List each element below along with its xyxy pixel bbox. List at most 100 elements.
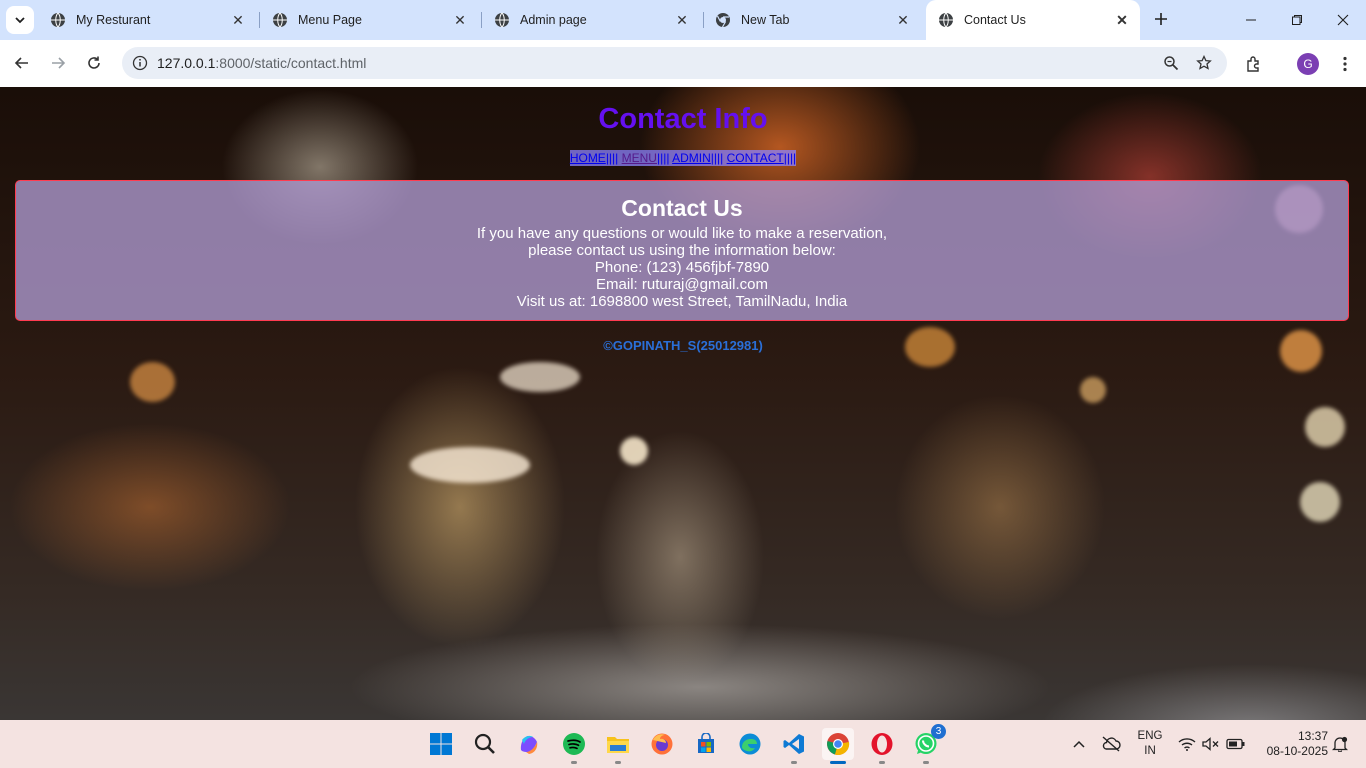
- contact-email: Email: ruturaj@gmail.com: [596, 276, 768, 293]
- windows-start-icon[interactable]: [425, 728, 457, 760]
- search-icon[interactable]: [469, 728, 501, 760]
- contact-heading: Contact Us: [621, 195, 743, 221]
- contact-intro-line1: If you have any questions or would like …: [476, 225, 888, 242]
- running-indicator: [571, 761, 577, 764]
- forward-button[interactable]: [44, 49, 72, 77]
- vscode-icon[interactable]: [778, 728, 810, 764]
- cloud-offline-icon[interactable]: [1099, 720, 1123, 768]
- windows-taskbar: 3 ENG IN 13:37 08-10-2025: [0, 720, 1366, 768]
- tab-strip: My Resturant ✕ Menu Page ✕ Admin page ✕ …: [0, 0, 1366, 40]
- restore-icon: [1292, 15, 1302, 25]
- edge-icon[interactable]: [734, 728, 766, 760]
- nav-link-menu[interactable]: MENU: [622, 151, 657, 165]
- extensions-icon[interactable]: [1243, 53, 1265, 75]
- site-info-icon[interactable]: [132, 55, 148, 71]
- nav-bar: HOME|||| MENU|||| ADMIN|||| CONTACT||||: [569, 150, 797, 166]
- nav-separator: ||||: [605, 151, 619, 165]
- nav-separator: ||||: [656, 151, 670, 165]
- clock[interactable]: 13:37 08-10-2025: [1256, 720, 1328, 768]
- profile-initial: G: [1303, 57, 1313, 71]
- notification-badge: 3: [931, 724, 946, 739]
- arrow-right-icon: [52, 57, 66, 69]
- minimize-button[interactable]: [1228, 0, 1274, 40]
- volume-muted-icon[interactable]: [1201, 720, 1221, 768]
- microsoft-store-icon[interactable]: [690, 728, 722, 760]
- globe-icon: [494, 12, 510, 28]
- clock-time: 13:37: [1297, 729, 1328, 743]
- url-text[interactable]: 127.0.0.1:8000/static/contact.html: [157, 55, 366, 71]
- tab-title: New Tab: [741, 13, 790, 27]
- close-window-button[interactable]: [1320, 0, 1366, 40]
- reload-icon: [88, 56, 100, 69]
- url-path: :8000/static/contact.html: [215, 55, 367, 71]
- active-indicator: [830, 761, 846, 764]
- running-indicator: [791, 761, 797, 764]
- new-tab-button[interactable]: [1150, 8, 1172, 30]
- firefox-icon[interactable]: [646, 728, 678, 760]
- minimize-icon: [1246, 19, 1256, 21]
- running-indicator: [923, 761, 929, 764]
- globe-icon: [272, 12, 288, 28]
- nav-link-admin[interactable]: ADMIN: [672, 151, 711, 165]
- clock-date: 08-10-2025: [1266, 744, 1328, 758]
- show-hidden-icons-chevron-up-icon[interactable]: [1068, 720, 1090, 768]
- copilot-icon[interactable]: [513, 728, 545, 760]
- contact-address: Visit us at: 1698800 west Street, TamilN…: [516, 293, 848, 310]
- more-menu-icon[interactable]: [1334, 53, 1356, 75]
- tab-title: Menu Page: [298, 13, 362, 27]
- main-nav: HOME|||| MENU|||| ADMIN|||| CONTACT||||: [0, 150, 1366, 166]
- browser-toolbar: 127.0.0.1:8000/static/contact.html G: [0, 40, 1366, 87]
- tab-new-tab[interactable]: New Tab ✕: [703, 6, 921, 34]
- tab-title: Contact Us: [964, 13, 1026, 27]
- running-indicator: [615, 761, 621, 764]
- notification-bell-icon[interactable]: [1330, 720, 1350, 768]
- chevron-down-icon: [15, 17, 25, 24]
- zoom-icon[interactable]: [1161, 53, 1181, 73]
- page-footer: ©GOPINATH_S(25012981): [603, 338, 763, 353]
- globe-icon: [50, 12, 66, 28]
- nav-link-home[interactable]: HOME: [570, 151, 606, 165]
- tab-search-button[interactable]: [6, 6, 34, 34]
- language-indicator[interactable]: ENG IN: [1134, 720, 1166, 768]
- opera-icon[interactable]: [866, 728, 898, 764]
- whatsapp-icon[interactable]: 3: [910, 724, 946, 764]
- close-icon[interactable]: ✕: [1114, 12, 1130, 28]
- nav-link-contact[interactable]: CONTACT: [727, 151, 784, 165]
- running-indicator: [879, 761, 885, 764]
- reload-button[interactable]: [80, 49, 108, 77]
- chrome-icon: [715, 12, 731, 28]
- close-icon: [1337, 14, 1349, 26]
- contact-phone: Phone: (123) 456fjbf-7890: [594, 259, 770, 276]
- chrome-icon[interactable]: [822, 728, 854, 764]
- tab-contact-us[interactable]: Contact Us ✕: [926, 0, 1140, 40]
- close-icon[interactable]: ✕: [895, 12, 911, 28]
- restore-button[interactable]: [1274, 0, 1320, 40]
- close-icon[interactable]: ✕: [230, 12, 246, 28]
- bookmark-star-icon[interactable]: [1194, 53, 1214, 73]
- back-button[interactable]: [8, 49, 36, 77]
- background-bokeh: [1300, 482, 1340, 522]
- language-region: IN: [1144, 745, 1156, 757]
- address-bar[interactable]: 127.0.0.1:8000/static/contact.html: [122, 47, 1227, 79]
- page-viewport: Contact Info HOME|||| MENU|||| ADMIN||||…: [0, 87, 1366, 720]
- file-explorer-icon[interactable]: [602, 728, 634, 764]
- tab-title: Admin page: [520, 13, 587, 27]
- page-title: Contact Info: [598, 103, 768, 135]
- language-code: ENG: [1137, 730, 1163, 742]
- nav-separator: ||||: [710, 151, 724, 165]
- contact-intro-line2: please contact us using the information …: [528, 242, 836, 259]
- battery-icon[interactable]: [1225, 720, 1247, 768]
- spotify-icon[interactable]: [558, 728, 590, 764]
- close-icon[interactable]: ✕: [452, 12, 468, 28]
- tab-menu-page[interactable]: Menu Page ✕: [260, 6, 478, 34]
- tab-admin-page[interactable]: Admin page ✕: [482, 6, 700, 34]
- tab-title: My Resturant: [76, 13, 151, 27]
- profile-avatar[interactable]: G: [1297, 53, 1319, 75]
- close-icon[interactable]: ✕: [674, 12, 690, 28]
- wifi-icon[interactable]: [1177, 720, 1197, 768]
- globe-icon: [938, 12, 954, 28]
- tab-my-resturant[interactable]: My Resturant ✕: [38, 6, 256, 34]
- background-bokeh: [500, 362, 580, 392]
- arrow-left-icon: [14, 57, 28, 69]
- plus-icon: [1155, 13, 1167, 25]
